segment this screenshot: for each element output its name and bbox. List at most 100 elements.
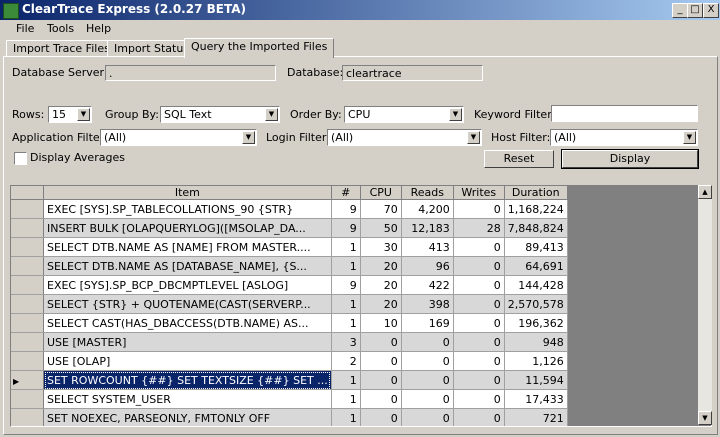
cell-reads[interactable]: 398 [401,294,454,314]
cell-cpu[interactable]: 0 [360,351,402,371]
cell-cpu[interactable]: 20 [360,294,402,314]
cell-reads[interactable]: 0 [401,389,454,409]
cell-writes[interactable]: 0 [453,389,505,409]
cell-duration[interactable]: 7,848,824 [504,218,568,238]
order-by-select[interactable]: CPU ▼ [344,106,464,123]
menu-help[interactable]: Help [86,22,111,35]
table-row[interactable]: ▶ SET ROWCOUNT {##} SET TEXTSIZE {##} SET… [11,370,568,390]
display-averages-checkbox[interactable] [14,152,27,165]
cell-writes[interactable]: 0 [453,370,505,390]
cell-writes[interactable]: 0 [453,351,505,371]
column-header-reads[interactable]: Reads [401,186,454,200]
cell-cpu[interactable]: 30 [360,237,402,257]
cell-count[interactable]: 1 [331,256,361,276]
cell-count[interactable]: 2 [331,351,361,371]
chevron-down-icon[interactable]: ▼ [683,131,696,144]
minimize-button[interactable]: _ [672,3,688,18]
cell-duration[interactable]: 948 [504,332,568,352]
cell-duration[interactable]: 1,126 [504,351,568,371]
cell-item[interactable]: SELECT CAST(HAS_DBACCESS(DTB.NAME) AS... [43,313,332,333]
row-header[interactable] [11,332,44,352]
row-header[interactable] [11,218,44,238]
cell-writes[interactable]: 0 [453,256,505,276]
cell-item[interactable]: SET NOEXEC, PARSEONLY, FMTONLY OFF [43,408,332,426]
row-header[interactable] [11,351,44,371]
row-header[interactable] [11,199,44,219]
cell-count[interactable]: 9 [331,275,361,295]
cell-duration[interactable]: 196,362 [504,313,568,333]
cell-reads[interactable]: 0 [401,332,454,352]
cell-cpu[interactable]: 20 [360,256,402,276]
display-averages-label[interactable]: Display Averages [30,151,125,164]
cell-writes[interactable]: 0 [453,313,505,333]
cell-cpu[interactable]: 0 [360,389,402,409]
cell-item[interactable]: SELECT {STR} + QUOTENAME(CAST(SERVERP... [43,294,332,314]
table-row[interactable]: SELECT {STR} + QUOTENAME(CAST(SERVERP...… [11,294,568,314]
cell-count[interactable]: 9 [331,199,361,219]
cell-writes[interactable]: 0 [453,294,505,314]
cell-count[interactable]: 1 [331,389,361,409]
cell-reads[interactable]: 169 [401,313,454,333]
cell-reads[interactable]: 96 [401,256,454,276]
row-header[interactable] [11,389,44,409]
cell-writes[interactable]: 28 [453,218,505,238]
row-header[interactable]: ▶ [11,370,44,390]
cell-cpu[interactable]: 0 [360,370,402,390]
cell-count[interactable]: 1 [331,313,361,333]
cell-duration[interactable]: 64,691 [504,256,568,276]
cell-duration[interactable]: 2,570,578 [504,294,568,314]
row-header[interactable] [11,256,44,276]
chevron-down-icon[interactable]: ▼ [77,108,90,121]
column-header-count[interactable]: # [331,186,361,200]
table-row[interactable]: SELECT CAST(HAS_DBACCESS(DTB.NAME) AS...… [11,313,568,333]
cell-duration[interactable]: 1,168,224 [504,199,568,219]
cell-writes[interactable]: 0 [453,275,505,295]
cell-count[interactable]: 3 [331,332,361,352]
column-header-item[interactable]: Item [43,186,332,200]
display-button[interactable]: Display [561,149,699,169]
cell-item[interactable]: SELECT DTB.NAME AS [NAME] FROM MASTER...… [43,237,332,257]
cell-count[interactable]: 1 [331,237,361,257]
column-header-cpu[interactable]: CPU [360,186,402,200]
row-header[interactable] [11,313,44,333]
chevron-down-icon[interactable]: ▼ [467,131,480,144]
row-header[interactable] [11,275,44,295]
rows-select[interactable]: 15 ▼ [48,106,92,123]
cell-duration[interactable]: 89,413 [504,237,568,257]
cell-item[interactable]: SELECT SYSTEM_USER [43,389,332,409]
tab-import-trace-files[interactable]: Import Trace Files [6,40,117,57]
table-row[interactable]: USE [OLAP] 2 0 0 0 1,126 [11,351,568,371]
vertical-scrollbar[interactable]: ▲ ▼ [698,185,712,425]
column-header-duration[interactable]: Duration [504,186,568,200]
host-filter-select[interactable]: (All) ▼ [550,129,698,146]
cell-cpu[interactable]: 0 [360,332,402,352]
cell-count[interactable]: 1 [331,408,361,426]
menu-file[interactable]: File [16,22,34,35]
cell-duration[interactable]: 144,428 [504,275,568,295]
results-grid[interactable]: Item # CPU Reads Writes Duration EXEC [S… [10,185,712,427]
table-row[interactable]: EXEC [SYS].SP_BCP_DBCMPTLEVEL [ASLOG] 9 20… [11,275,568,295]
row-header[interactable] [11,408,44,426]
cell-duration[interactable]: 721 [504,408,568,426]
maximize-button[interactable]: □ [687,3,703,18]
tab-query-imported-files[interactable]: Query the Imported Files [184,38,335,58]
login-filter-select[interactable]: (All) ▼ [327,129,482,146]
group-by-select[interactable]: SQL Text ▼ [160,106,280,123]
cell-duration[interactable]: 17,433 [504,389,568,409]
cell-writes[interactable]: 0 [453,199,505,219]
cell-count[interactable]: 9 [331,218,361,238]
table-row[interactable]: SELECT SYSTEM_USER 1 0 0 0 17,433 [11,389,568,409]
close-button[interactable]: X [703,3,719,18]
cell-reads[interactable]: 0 [401,351,454,371]
cell-count[interactable]: 1 [331,294,361,314]
cell-writes[interactable]: 0 [453,237,505,257]
cell-item[interactable]: INSERT BULK [OLAPQUERYLOG]([MSOLAP_DA... [43,218,332,238]
chevron-down-icon[interactable]: ▼ [242,131,255,144]
table-row[interactable]: SELECT DTB.NAME AS [NAME] FROM MASTER...… [11,237,568,257]
row-header[interactable] [11,294,44,314]
column-header-writes[interactable]: Writes [453,186,505,200]
cell-item[interactable]: SET ROWCOUNT {##} SET TEXTSIZE {##} SET … [43,370,332,390]
cell-count[interactable]: 1 [331,370,361,390]
application-filter-select[interactable]: (All) ▼ [100,129,257,146]
tab-import-status[interactable]: Import Status [107,40,197,57]
